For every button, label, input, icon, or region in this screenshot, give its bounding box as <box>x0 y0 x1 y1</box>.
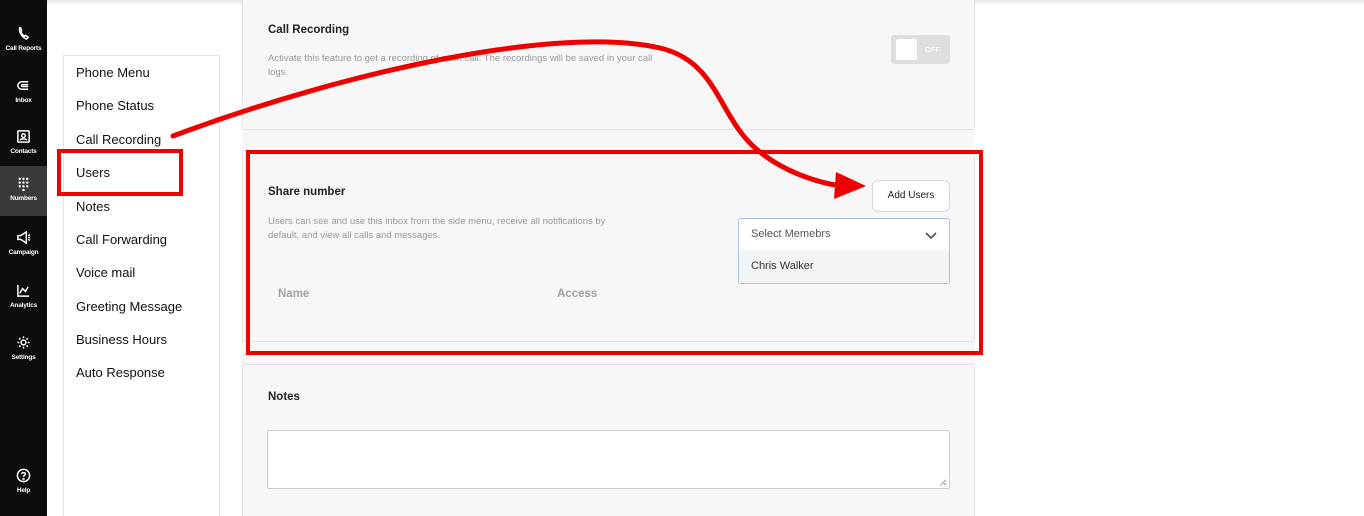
toggle-label: OFF <box>925 45 940 54</box>
rail-item-numbers[interactable]: Numbers <box>0 166 47 216</box>
call-recording-desc-line1: Activate this feature to get a recording… <box>268 53 653 64</box>
call-recording-card: Call Recording Activate this feature to … <box>242 0 975 130</box>
inbox-icon <box>17 81 29 90</box>
annotation-highlight-users <box>57 149 183 196</box>
call-recording-toggle[interactable]: OFF <box>891 35 950 64</box>
rail-item-campaign[interactable]: Campaign <box>0 224 47 270</box>
menu-item-notes[interactable]: Notes <box>76 199 110 214</box>
call-recording-title: Call Recording <box>268 24 350 36</box>
right-gutter <box>975 0 1364 516</box>
rail-item-settings[interactable]: Settings <box>0 329 47 375</box>
rail-label: Call Reports <box>5 45 42 52</box>
nav-rail: Call Reports Inbox Contacts Numbers Camp… <box>0 0 47 516</box>
rail-item-call-reports[interactable]: Call Reports <box>0 20 47 66</box>
contacts-icon <box>17 130 30 143</box>
analytics-icon <box>17 284 30 297</box>
menu-item-call-forwarding[interactable]: Call Forwarding <box>76 232 167 247</box>
help-icon <box>16 468 31 483</box>
rail-label: Settings <box>11 354 36 361</box>
numbers-icon <box>18 177 29 191</box>
rail-label: Contacts <box>10 148 37 155</box>
settings-icon <box>17 336 30 349</box>
menu-item-voice-mail[interactable]: Voice mail <box>76 265 135 280</box>
call-reports-icon <box>18 27 30 41</box>
notes-textarea[interactable] <box>267 430 950 489</box>
annotation-highlight-share-number <box>246 150 983 355</box>
menu-item-phone-menu[interactable]: Phone Menu <box>76 65 150 80</box>
notes-title: Notes <box>268 391 300 403</box>
toggle-knob <box>896 39 917 60</box>
rail-label: Help <box>16 487 31 494</box>
settings-menu: Phone Menu Phone Status Call Recording U… <box>63 55 220 516</box>
rail-label: Inbox <box>15 97 32 104</box>
menu-item-auto-response[interactable]: Auto Response <box>76 365 165 380</box>
menu-item-greeting-message[interactable]: Greeting Message <box>76 299 182 314</box>
campaign-icon <box>17 230 31 245</box>
call-recording-desc-line2: logs. <box>268 67 289 78</box>
rail-label: Numbers <box>10 195 37 202</box>
menu-item-business-hours[interactable]: Business Hours <box>76 332 167 347</box>
rail-item-inbox[interactable]: Inbox <box>0 72 47 118</box>
menu-item-phone-status[interactable]: Phone Status <box>76 98 154 113</box>
rail-item-analytics[interactable]: Analytics <box>0 277 47 323</box>
resize-handle-icon <box>940 479 947 486</box>
rail-item-contacts[interactable]: Contacts <box>0 123 47 169</box>
rail-item-help[interactable]: Help <box>0 462 47 508</box>
rail-label: Analytics <box>9 302 38 309</box>
menu-item-call-recording[interactable]: Call Recording <box>76 132 161 147</box>
rail-label: Campaign <box>8 249 39 256</box>
